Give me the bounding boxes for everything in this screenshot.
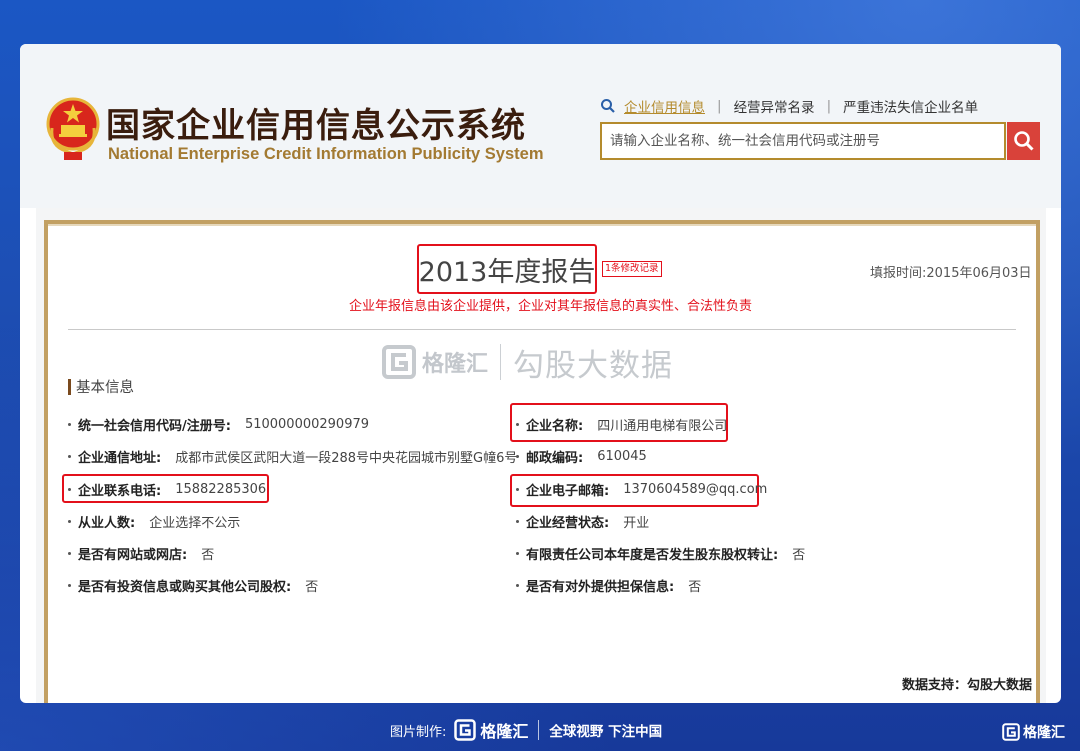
bottom-divider (538, 720, 540, 740)
bullet (516, 487, 519, 491)
bullet (68, 487, 71, 491)
bullet (516, 519, 519, 523)
data-source-credit: 数据支持：勾股大数据 (902, 678, 1033, 693)
nav-separator: | (826, 98, 832, 114)
made-by-label: 图片制作: (390, 724, 447, 740)
gelonghui-logo-icon (454, 719, 477, 741)
field-value: 成都市武侯区武阳大道一段288号中央花园城市别墅G幢6号 (175, 450, 518, 466)
field-value: 否 (792, 547, 806, 563)
gelonghui-logo-icon (1002, 723, 1020, 741)
top-nav: 企业信用信息 | 经营异常名录 | 严重违法失信企业名单 (600, 96, 978, 116)
section-title-text: 基本信息 (76, 380, 134, 396)
field-employees: 从业人数: 企业选择不公示 (68, 511, 240, 531)
field-label: 从业人数: (78, 515, 136, 531)
site-title-en: National Enterprise Credit Information P… (108, 145, 544, 163)
search-input[interactable] (610, 133, 996, 149)
section-marker (68, 378, 71, 395)
field-label: 邮政编码: (526, 450, 584, 466)
bullet (516, 422, 519, 426)
bullet (68, 454, 71, 458)
field-label: 企业名称: (526, 418, 584, 434)
field-phone: 企业联系电话: 15882285306 (68, 479, 266, 499)
field-label: 企业经营状态: (526, 515, 610, 531)
field-label: 企业电子邮箱: (526, 483, 610, 499)
field-value: 610045 (597, 448, 647, 464)
bullet (516, 583, 519, 587)
field-value: 否 (305, 579, 319, 595)
report-title: 2013年度报告 (417, 244, 597, 294)
watermark-text: 勾股大数据 (513, 347, 674, 384)
report-notice: 企业年报信息由该企业提供，企业对其年报信息的真实性、合法性负责 (349, 299, 753, 314)
field-email: 企业电子邮箱: 1370604589@qq.com (516, 479, 767, 499)
field-label: 有限责任公司本年度是否发生股东股权转让: (526, 547, 779, 563)
frame-inner-line (48, 224, 1036, 226)
field-value: 510000000290979 (244, 416, 370, 432)
field-value: 1370604589@qq.com (623, 481, 768, 497)
field-label: 是否有对外提供担保信息: (526, 579, 675, 595)
field-credit-code: 统一社会信用代码/注册号: 510000000290979 (68, 414, 369, 434)
search-box (600, 122, 1006, 160)
field-label: 是否有网站或网店: (78, 547, 188, 563)
magnifier-icon (1013, 131, 1034, 151)
watermark: 格隆汇 勾股大数据 (382, 340, 673, 384)
bullet (68, 551, 71, 555)
field-equity-transfer: 有限责任公司本年度是否发生股东股权转让: 否 (516, 543, 805, 563)
fill-time: 填报时间:2015年06月03日 (870, 266, 1032, 281)
national-emblem-icon (46, 97, 100, 160)
divider (68, 329, 1016, 330)
search-button[interactable] (1007, 122, 1040, 160)
nav-link-abnormal-list[interactable]: 经营异常名录 (734, 96, 815, 116)
field-website: 是否有网站或网店: 否 (68, 543, 214, 563)
watermark-divider (500, 344, 502, 380)
bullet (68, 422, 71, 426)
nav-link-credit-info[interactable]: 企业信用信息 (624, 96, 705, 116)
field-address: 企业通信地址: 成都市武侯区武阳大道一段288号中央花园城市别墅G幢6号 (68, 446, 517, 466)
field-guarantee: 是否有对外提供担保信息: 否 (516, 575, 701, 595)
field-label: 统一社会信用代码/注册号: (78, 418, 231, 434)
bottom-slogan: 全球视野 下注中国 (549, 724, 663, 740)
field-value: 企业选择不公示 (149, 515, 241, 531)
site-header: 国家企业信用信息公示系统 National Enterprise Credit … (20, 44, 1061, 208)
corner-brand: 格隆汇 (1023, 725, 1065, 741)
bullet (68, 583, 71, 587)
section-title-basic-info: 基本信息 (68, 376, 134, 397)
field-company-name: 企业名称: 四川通用电梯有限公司 (516, 414, 727, 434)
bullet (68, 519, 71, 523)
revision-record-link[interactable]: 1条修改记录 (602, 261, 662, 277)
field-label: 是否有投资信息或购买其他公司股权: (78, 579, 292, 595)
nav-separator: | (717, 98, 722, 114)
field-value: 否 (201, 547, 215, 563)
bullet (516, 454, 519, 458)
search-icon (601, 99, 615, 113)
field-value: 15882285306 (175, 481, 267, 497)
field-investment: 是否有投资信息或购买其他公司股权: 否 (68, 575, 318, 595)
screenshot-card: 国家企业信用信息公示系统 National Enterprise Credit … (20, 44, 1061, 703)
field-value: 四川通用电梯有限公司 (597, 418, 728, 434)
field-value: 否 (688, 579, 702, 595)
watermark-brand: 格隆汇 (422, 352, 489, 377)
gelonghui-logo-icon (382, 345, 416, 379)
bullet (516, 551, 519, 555)
corner-watermark: 格隆汇 (1002, 722, 1065, 742)
field-business-status: 企业经营状态: 开业 (516, 511, 649, 531)
field-label: 企业联系电话: (78, 483, 162, 499)
field-value: 开业 (623, 515, 650, 531)
bottom-brand: 格隆汇 (480, 722, 529, 741)
nav-link-blacklist[interactable]: 严重违法失信企业名单 (843, 96, 978, 116)
bottom-credit-bar: 图片制作: 格隆汇 全球视野 下注中国 (390, 716, 662, 744)
field-label: 企业通信地址: (78, 450, 162, 466)
site-title-cn: 国家企业信用信息公示系统 (106, 106, 526, 146)
field-postal-code: 邮政编码: 610045 (516, 446, 647, 466)
